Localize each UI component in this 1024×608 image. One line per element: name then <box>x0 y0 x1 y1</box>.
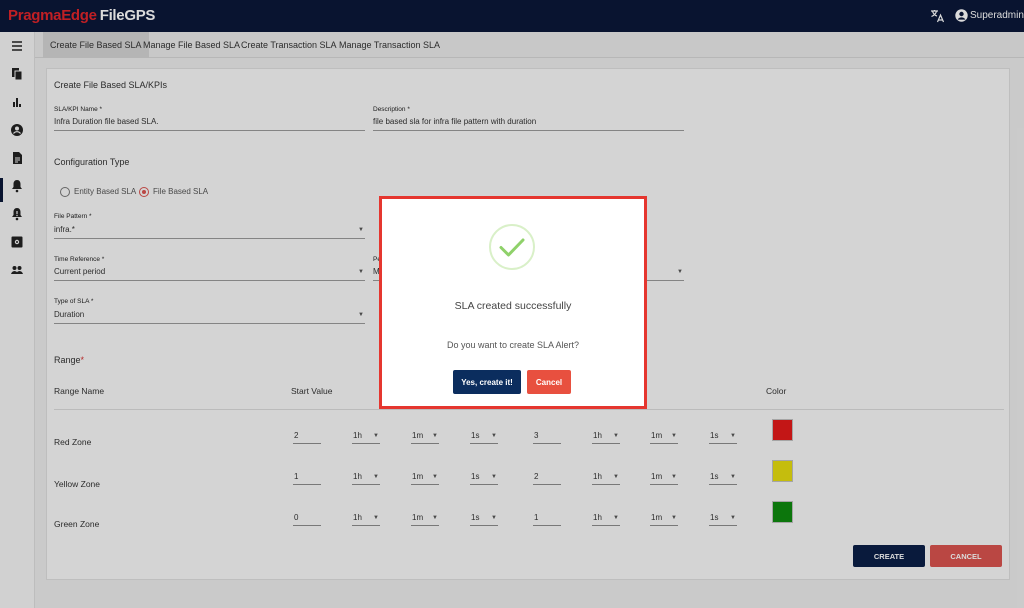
confirm-create-alert-button[interactable]: Yes, create it! <box>453 370 521 394</box>
dialog-title: SLA created successfully <box>454 300 572 312</box>
success-dialog: SLA created successfully Do you want to … <box>379 196 647 409</box>
success-check-icon <box>489 224 535 270</box>
dialog-message: Do you want to create SLA Alert? <box>446 340 580 350</box>
dialog-cancel-button[interactable]: Cancel <box>527 370 571 394</box>
